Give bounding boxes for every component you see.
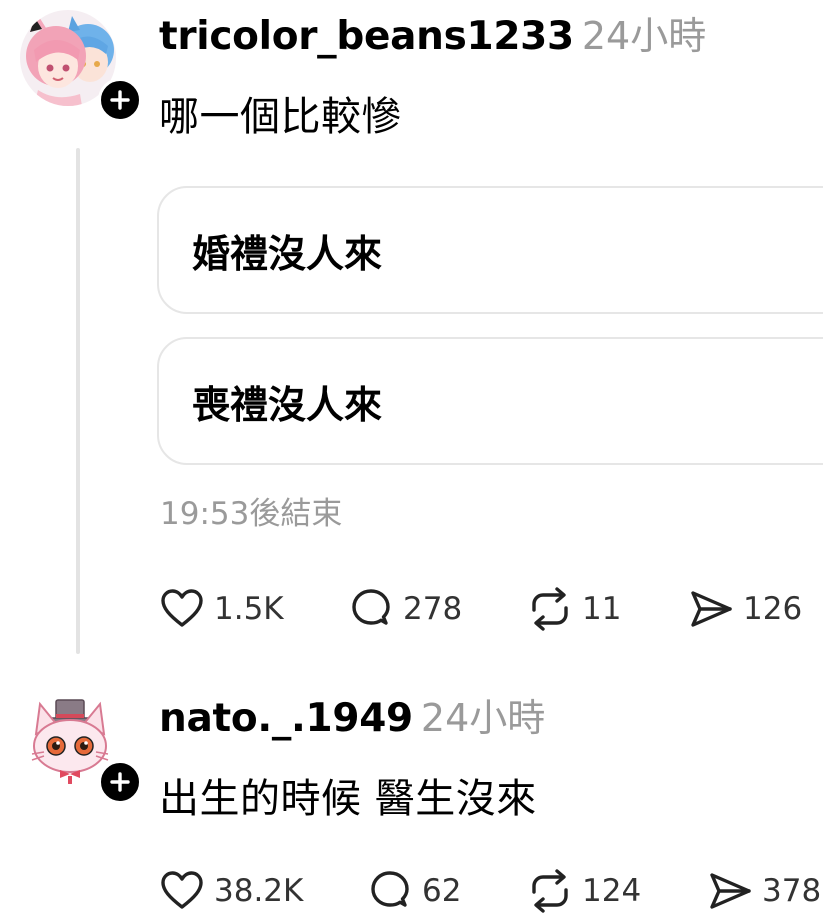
share-button[interactable]: 378: [707, 867, 821, 914]
like-count: 38.2K: [214, 872, 304, 909]
comment-button[interactable]: 278: [348, 585, 462, 633]
poll-option[interactable]: 婚禮沒人來: [157, 186, 823, 314]
post-text: 出生的時候 醫生沒來: [159, 776, 537, 822]
poll-option-label: 婚禮沒人來: [192, 231, 383, 276]
repost-count: 11: [582, 590, 622, 627]
like-button[interactable]: 38.2K: [159, 867, 303, 914]
repost-button[interactable]: 124: [527, 867, 641, 914]
share-button[interactable]: 126: [688, 585, 802, 633]
post-header: tricolor_beans1233 24小時: [159, 17, 706, 56]
poll-time-remaining: 19:53後結束: [160, 496, 343, 532]
repost-button[interactable]: 11: [527, 585, 621, 633]
speech-bubble-icon: [371, 871, 409, 907]
send-icon: [691, 591, 732, 627]
send-icon: [710, 873, 751, 909]
comment-count: 62: [422, 872, 462, 909]
share-count: 378: [762, 872, 822, 909]
repost-arrows-icon: [532, 587, 568, 631]
username[interactable]: nato._.1949: [159, 696, 413, 741]
repost-arrows-icon: [532, 869, 568, 913]
repost-count: 124: [582, 872, 642, 909]
speech-bubble-icon: [352, 589, 390, 625]
post-header: nato._.1949 24小時: [159, 699, 545, 738]
follow-button[interactable]: [98, 760, 142, 804]
follow-button[interactable]: [98, 78, 142, 122]
post-text: 哪一個比較慘: [159, 94, 402, 140]
like-count: 1.5K: [214, 590, 284, 627]
comment-button[interactable]: 62: [367, 867, 461, 914]
heart-icon: [161, 871, 203, 909]
threads-feed: tricolor_beans1233 24小時 哪一個比較慘 婚禮沒人來 喪禮沒人…: [0, 0, 823, 914]
comment-count: 278: [403, 590, 463, 627]
heart-icon: [161, 589, 203, 627]
timestamp: 24小時: [581, 14, 707, 58]
like-button[interactable]: 1.5K: [159, 585, 284, 633]
plus-icon: [110, 772, 130, 792]
poll-option[interactable]: 喪禮沒人來: [157, 337, 823, 465]
timestamp: 24小時: [420, 696, 546, 740]
thread-line: [76, 148, 80, 654]
username[interactable]: tricolor_beans1233: [159, 14, 574, 59]
poll-option-label: 喪禮沒人來: [192, 382, 383, 427]
plus-icon: [110, 90, 130, 110]
share-count: 126: [743, 590, 803, 627]
